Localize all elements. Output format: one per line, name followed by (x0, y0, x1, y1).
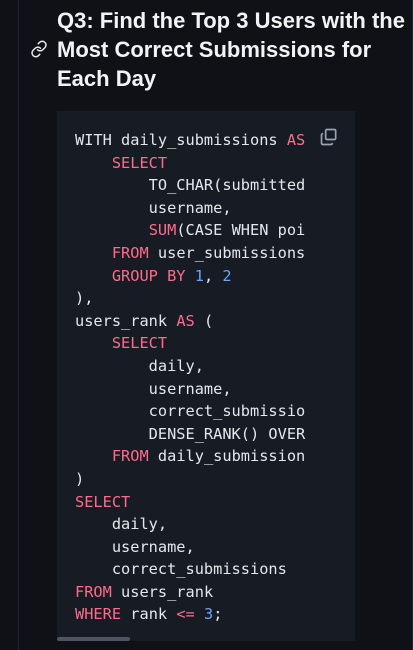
code-token: user_submissions (148, 243, 306, 262)
code-token: SELECT (111, 153, 168, 172)
code-line: SELECT (75, 491, 307, 514)
code-token: SELECT (75, 492, 131, 511)
code-token: GROUP BY (111, 266, 186, 285)
code-lines: WITH daily_submissions AS SELECT TO_CHAR… (75, 129, 307, 626)
code-token: FROM (75, 582, 112, 601)
code-token: users_rank (75, 311, 177, 330)
horizontal-scrollbar[interactable] (57, 633, 355, 641)
code-token: username, (75, 198, 232, 217)
code-line: username, (75, 536, 307, 559)
code-token: daily, (75, 356, 204, 375)
code-line: username, (75, 197, 307, 220)
code-token: ) (75, 469, 85, 488)
code-line: ) (75, 468, 307, 491)
code-scroll-area[interactable]: WITH daily_submissions AS SELECT TO_CHAR… (75, 129, 307, 626)
code-line: SUM(CASE WHEN poi (75, 219, 307, 242)
code-token: username, (75, 537, 195, 556)
code-line: SELECT (75, 332, 307, 355)
code-card: WITH daily_submissions AS SELECT TO_CHAR… (57, 111, 355, 641)
page: Q3: Find the Top 3 Users with the Most C… (0, 0, 413, 650)
code-token: (CASE WHEN poi (176, 221, 306, 240)
code-token: 2 (222, 266, 232, 285)
code-line: users_rank AS ( (75, 310, 307, 333)
code-token: rank (121, 605, 177, 624)
code-token: , (203, 266, 223, 285)
code-line: ), (75, 287, 307, 310)
code-token: AS (286, 131, 306, 149)
code-line: daily, (75, 513, 307, 536)
code-line: correct_submissio (75, 400, 307, 423)
code-line: daily, (75, 355, 307, 378)
code-token: correct_submissio (75, 402, 306, 421)
code-line: WITH daily_submissions AS (75, 129, 307, 152)
code-token: FROM (111, 243, 149, 262)
code-token: username, (75, 379, 232, 398)
code-token: ( (194, 311, 214, 330)
code-token: correct_submissions (75, 560, 287, 579)
code-token: AS (176, 311, 195, 330)
code-token: 1 (194, 266, 204, 285)
code-token: DENSE_RANK() OVER (75, 424, 306, 443)
code-token: <= (176, 605, 195, 624)
code-line: correct_submissions (75, 558, 307, 581)
code-token: daily_submission (148, 447, 306, 466)
copy-icon (319, 127, 339, 147)
code-line: TO_CHAR(submitted (75, 174, 307, 197)
code-token: SELECT (111, 334, 168, 353)
code-token: ), (75, 289, 94, 308)
code-token: SUM (148, 221, 177, 240)
copy-button[interactable] (319, 127, 339, 147)
code-token: WITH daily_submissions (75, 131, 287, 149)
code-line: FROM users_rank (75, 581, 307, 604)
code-block: WITH daily_submissions AS SELECT TO_CHAR… (75, 129, 307, 626)
link-icon[interactable] (30, 40, 48, 58)
code-token: TO_CHAR(submitted (75, 176, 306, 195)
code-token: daily, (75, 515, 168, 534)
question-heading: Q3: Find the Top 3 Users with the Most C… (26, 6, 408, 93)
code-token: 3 (203, 605, 214, 624)
code-line: DENSE_RANK() OVER (75, 423, 307, 446)
code-line: SELECT (75, 152, 307, 175)
code-token: users_rank (111, 582, 214, 601)
code-line: FROM daily_submission (75, 445, 307, 468)
scrollbar-thumb[interactable] (57, 637, 130, 641)
code-token: ; (213, 605, 223, 624)
left-divider (18, 0, 19, 650)
code-token: FROM (111, 447, 149, 466)
code-line: username, (75, 378, 307, 401)
code-token: WHERE (75, 605, 122, 624)
page-title: Q3: Find the Top 3 Users with the Most C… (57, 8, 405, 91)
code-line: WHERE rank <= 3; (75, 603, 307, 626)
code-line: GROUP BY 1, 2 (75, 265, 307, 288)
code-line: FROM user_submissions (75, 242, 307, 265)
